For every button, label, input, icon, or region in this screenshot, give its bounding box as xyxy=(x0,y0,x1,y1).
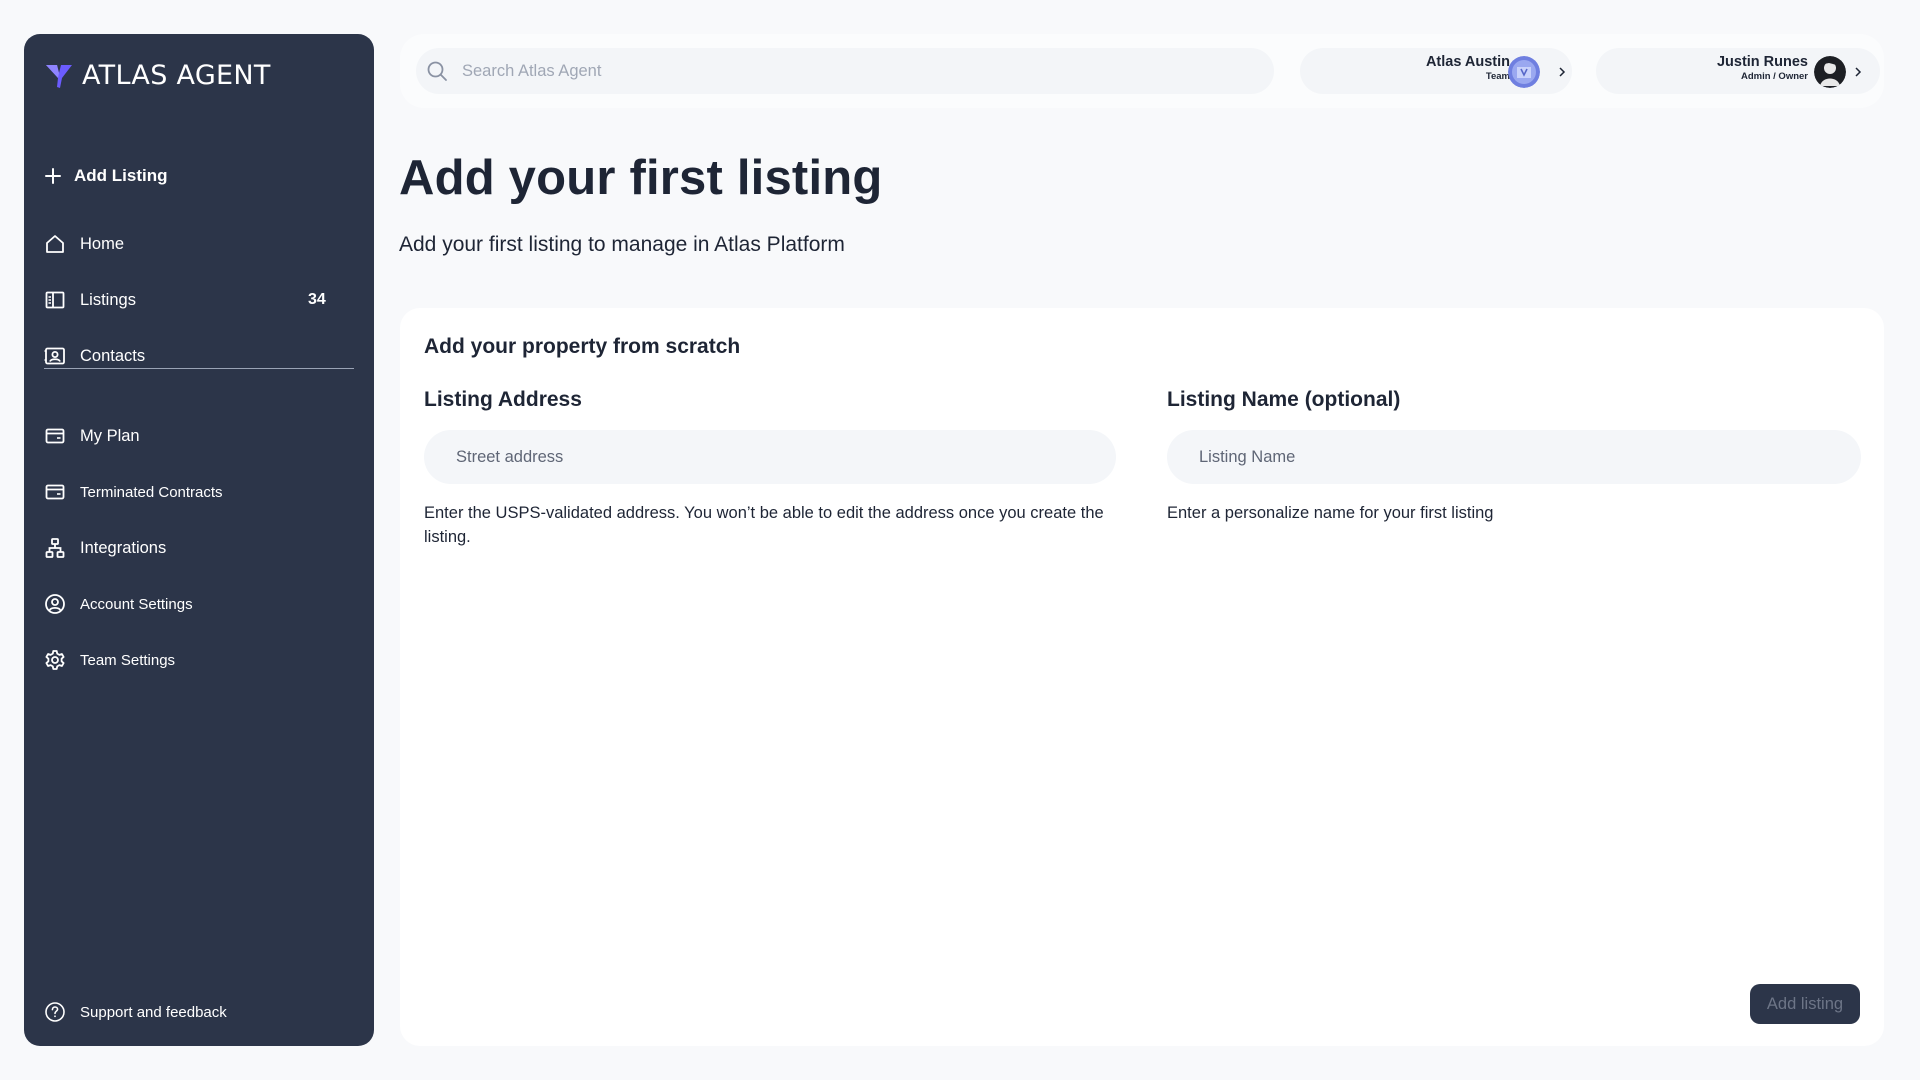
team-switcher[interactable]: Atlas Austin Team xyxy=(1300,48,1572,94)
brand[interactable]: ATLAS AGENT xyxy=(44,60,271,91)
team-info: Atlas Austin Team xyxy=(1426,54,1510,83)
sidebar-divider xyxy=(44,368,354,369)
listing-name-input[interactable] xyxy=(1167,430,1861,484)
sidebar-item-label: Home xyxy=(80,234,125,253)
wallet-icon xyxy=(45,428,65,444)
user-menu[interactable]: Justin Runes Admin / Owner xyxy=(1596,48,1880,94)
listings-icon xyxy=(45,291,65,309)
listing-name-label: Listing Name (optional) xyxy=(1167,388,1401,411)
sidebar: ATLAS AGENT Add Listing Home Listings 34… xyxy=(24,34,374,1046)
avatar xyxy=(1814,56,1846,88)
sidebar-item-account-settings[interactable]: Account Settings xyxy=(44,586,344,622)
help-circle-icon xyxy=(45,1002,65,1022)
sidebar-item-label: My Plan xyxy=(80,426,140,445)
team-logo-icon xyxy=(1508,56,1540,88)
team-role: Team xyxy=(1485,71,1510,82)
home-icon xyxy=(46,235,64,253)
page-title: Add your first listing xyxy=(399,151,883,205)
user-role: Admin / Owner xyxy=(1740,71,1808,82)
sidebar-item-label: Account Settings xyxy=(80,595,193,613)
chevron-right-icon xyxy=(1559,67,1566,77)
user-info: Justin Runes Admin / Owner xyxy=(1717,54,1808,83)
team-name: Atlas Austin xyxy=(1425,54,1510,70)
sidebar-item-home[interactable]: Home xyxy=(44,226,344,262)
top-bar: Atlas Austin Team Justin Runes Admin / O… xyxy=(400,34,1884,108)
search-input[interactable] xyxy=(462,48,1242,94)
card-title: Add your property from scratch xyxy=(424,335,741,358)
team-avatar xyxy=(1508,56,1540,88)
sidebar-item-label: Team Settings xyxy=(80,651,176,669)
listing-address-input[interactable] xyxy=(424,430,1116,484)
user-avatar-icon xyxy=(1814,56,1846,88)
atlas-logo-icon xyxy=(46,64,72,88)
sidebar-item-my-plan[interactable]: My Plan xyxy=(44,418,344,454)
user-circle-icon xyxy=(45,594,65,614)
contacts-icon xyxy=(44,347,65,365)
page-subtitle: Add your first listing to manage in Atla… xyxy=(399,233,845,256)
support-feedback-link[interactable]: Support and feedback xyxy=(44,994,344,1030)
listings-count-badge: 34 xyxy=(308,291,326,308)
sidebar-item-label: Listings xyxy=(80,290,136,309)
listing-name-help: Enter a personalize name for your first … xyxy=(1167,504,1494,522)
sidebar-item-label: Integrations xyxy=(80,538,167,557)
listing-address-help: Enter the USPS-validated address. You wo… xyxy=(424,504,1104,546)
wallet-icon xyxy=(45,484,65,500)
sidebar-item-team-settings[interactable]: Team Settings xyxy=(44,642,344,678)
sidebar-item-listings[interactable]: Listings 34 xyxy=(44,282,344,318)
user-name: Justin Runes xyxy=(1716,54,1808,70)
add-listing-button[interactable]: Add Listing xyxy=(44,166,167,186)
sidebar-item-label: Contacts xyxy=(80,346,146,365)
plus-icon xyxy=(45,168,61,184)
search-bar[interactable] xyxy=(416,48,1274,94)
listing-address-label: Listing Address xyxy=(424,388,582,411)
add-listing-card: Add your property from scratch Listing A… xyxy=(400,308,1884,1046)
sidebar-item-label: Terminated Contracts xyxy=(80,483,223,501)
sidebar-item-integrations[interactable]: Integrations xyxy=(44,530,344,566)
brand-name: ATLAS AGENT xyxy=(82,60,271,91)
sitemap-icon xyxy=(45,538,65,558)
support-feedback-label: Support and feedback xyxy=(80,1003,227,1021)
sidebar-item-terminated-contracts[interactable]: Terminated Contracts xyxy=(44,474,344,510)
chevron-right-icon xyxy=(1855,67,1862,77)
gear-icon xyxy=(45,650,65,670)
add-listing-label: Add Listing xyxy=(74,166,168,185)
search-icon xyxy=(427,61,447,81)
add-listing-submit-button[interactable]: Add listing xyxy=(1750,984,1860,1024)
